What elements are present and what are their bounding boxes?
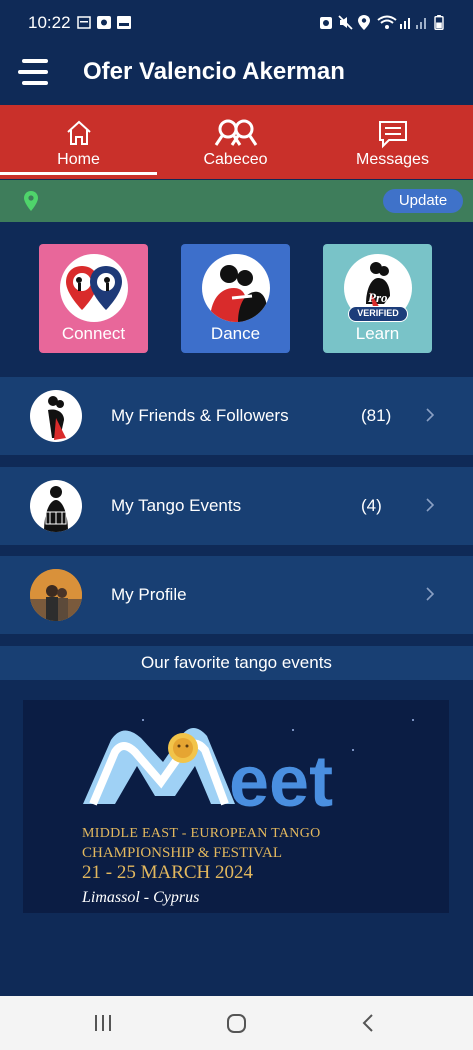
dance-icon (202, 254, 270, 322)
location-update-bar: Update (0, 180, 473, 222)
camera-icon (97, 16, 111, 29)
status-bar: 10:22 (0, 0, 473, 46)
signal-icon (400, 18, 426, 29)
friends-followers-count: (81) (361, 406, 392, 425)
chevron-right-icon (426, 587, 434, 601)
my-profile-row[interactable]: My Profile (0, 556, 473, 634)
connect-button[interactable]: Connect (39, 244, 148, 353)
chevron-right-icon (426, 498, 434, 512)
alarm-icon (320, 17, 332, 29)
banner-line-4: Limassol - Cyprus (82, 889, 200, 906)
home-circle-icon[interactable] (227, 1014, 246, 1033)
mute-icon (338, 15, 353, 30)
recent-apps-icon[interactable] (94, 1015, 112, 1031)
verified-badge: VERIFIED (348, 306, 408, 322)
learn-label: Learn (355, 324, 400, 343)
friends-avatar (30, 390, 82, 442)
app-bar: Ofer Valencio Akerman (0, 46, 473, 104)
learn-button[interactable]: Pro VERIFIED Learn (323, 244, 432, 353)
tab-home[interactable]: Home (0, 105, 157, 179)
battery-icon (434, 15, 444, 30)
connect-label: Connect (61, 324, 126, 343)
tab-cabeceo-label: Cabeceo (203, 151, 268, 168)
cabeceo-icon (214, 119, 257, 146)
dance-button[interactable]: Dance (181, 244, 290, 353)
friends-followers-label: My Friends & Followers (111, 406, 289, 425)
system-nav-bar (0, 996, 473, 1050)
events-avatar (30, 480, 82, 532)
tango-events-label: My Tango Events (111, 496, 242, 515)
profile-avatar (30, 569, 82, 621)
banner-line-1: MIDDLE EAST - EUROPEAN TANGO (82, 826, 321, 841)
pro-text: Pro (368, 290, 388, 305)
hamburger-menu-icon[interactable] (18, 58, 48, 86)
banner-line-2: CHAMPIONSHIP & FESTIVAL (82, 845, 283, 861)
location-icon (358, 15, 370, 30)
location-pin-icon (24, 191, 38, 211)
banner-line-3: 21 - 25 MARCH 2024 (82, 862, 254, 883)
home-icon (66, 120, 91, 145)
tab-bar: Home Cabeceo Messages (0, 105, 473, 179)
friends-followers-row[interactable]: My Friends & Followers (81) (0, 377, 473, 455)
banner-logo-text: eet (229, 742, 333, 822)
page-title: Ofer Valencio Akerman (83, 58, 345, 85)
photo-icon (117, 16, 131, 29)
tab-messages-label: Messages (356, 151, 429, 168)
tango-events-count: (4) (361, 496, 382, 515)
favorite-events-heading: Our favorite tango events (0, 646, 473, 680)
chevron-right-icon (426, 408, 434, 422)
update-button[interactable]: Update (383, 189, 463, 213)
tab-home-label: Home (57, 151, 100, 168)
tab-active-indicator (0, 172, 157, 175)
image-icon (77, 16, 91, 29)
tango-events-row[interactable]: My Tango Events (4) (0, 467, 473, 545)
tab-messages[interactable]: Messages (314, 105, 471, 179)
dance-label: Dance (210, 324, 261, 343)
messages-icon (378, 121, 407, 149)
connect-icon (60, 254, 128, 322)
wifi-icon (377, 15, 397, 29)
status-time: 10:22 (28, 13, 71, 32)
event-banner[interactable]: eet MIDDLE EAST - EUROPEAN TANGO CHAMPIO… (23, 700, 449, 913)
back-icon[interactable] (362, 1014, 374, 1032)
my-profile-label: My Profile (111, 585, 187, 604)
tab-cabeceo[interactable]: Cabeceo (157, 105, 314, 179)
